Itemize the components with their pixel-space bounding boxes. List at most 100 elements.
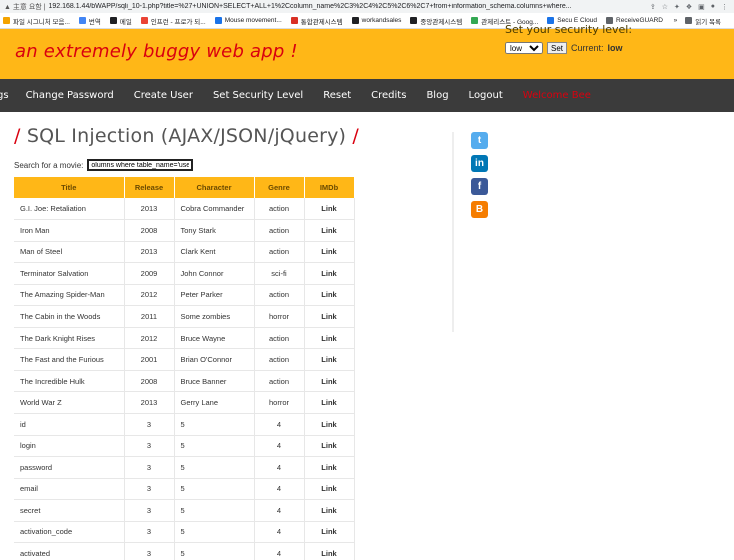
bookmark-item[interactable]: 통합관제시스템 bbox=[290, 16, 343, 26]
table-cell: 5 bbox=[174, 456, 255, 479]
table-row: The Dark Knight Rises 2012 Bruce Wayne acti… bbox=[14, 327, 355, 350]
imdb-link[interactable]: Link bbox=[304, 284, 355, 307]
table-cell: Man of Steel bbox=[14, 241, 125, 264]
table-cell: 2012 bbox=[124, 284, 175, 307]
table-cell: 4 bbox=[254, 435, 305, 458]
set-security-button[interactable]: Set bbox=[547, 42, 568, 54]
url-text[interactable]: 192.168.1.44/bWAPP/sqli_10-1.php?title=%… bbox=[48, 3, 571, 10]
imdb-link[interactable]: Link bbox=[304, 198, 355, 221]
imdb-link[interactable]: Link bbox=[304, 327, 355, 350]
security-warning[interactable]: ▲ 主意 요함 | bbox=[4, 2, 45, 12]
table-cell: Bruce Wayne bbox=[174, 327, 255, 350]
table-cell: action bbox=[254, 348, 305, 371]
content-divider bbox=[452, 132, 454, 332]
bookmark-favicon-icon bbox=[214, 17, 222, 24]
table-cell: 4 bbox=[254, 413, 305, 436]
imdb-link[interactable]: Link bbox=[304, 241, 355, 264]
table-row: password 3 5 4 Link bbox=[14, 456, 355, 479]
imdb-link[interactable]: Link bbox=[304, 542, 355, 560]
imdb-link[interactable]: Link bbox=[304, 262, 355, 285]
nav-item-logout[interactable]: Logout bbox=[469, 90, 503, 101]
table-cell: 4 bbox=[254, 521, 305, 544]
table-cell: login bbox=[14, 435, 125, 458]
imdb-link[interactable]: Link bbox=[304, 348, 355, 371]
nav-item-bugs[interactable]: gs bbox=[0, 90, 9, 101]
table-cell: 3 bbox=[124, 499, 175, 522]
bookmark-item[interactable]: 인프런 - 프로가 되... bbox=[140, 16, 206, 26]
table-row: The Incredible Hulk 2008 Bruce Banner actio… bbox=[14, 370, 355, 393]
table-cell: Tony Stark bbox=[174, 219, 255, 242]
facebook-icon[interactable]: f bbox=[471, 178, 488, 195]
column-header: IMDb bbox=[304, 177, 355, 198]
address-bar[interactable]: ▲ 主意 요함 | 192.168.1.44/bWAPP/sqli_10-1.p… bbox=[0, 0, 734, 13]
table-cell: Clark Kent bbox=[174, 241, 255, 264]
nav-item-create-user[interactable]: Create User bbox=[134, 90, 193, 101]
table-row: login 3 5 4 Link bbox=[14, 435, 355, 458]
table-cell: 4 bbox=[254, 456, 305, 479]
twitter-icon[interactable]: t bbox=[471, 132, 488, 149]
table-cell: John Connor bbox=[174, 262, 255, 285]
imdb-link[interactable]: Link bbox=[304, 521, 355, 544]
imdb-link[interactable]: Link bbox=[304, 219, 355, 242]
bookmarks-more-icon[interactable]: » bbox=[674, 17, 678, 24]
bookmark-favicon-icon bbox=[140, 17, 148, 24]
table-cell: The Incredible Hulk bbox=[14, 370, 125, 393]
column-header: Title bbox=[14, 177, 125, 198]
linkedin-icon[interactable]: in bbox=[471, 155, 488, 172]
table-cell: The Dark Knight Rises bbox=[14, 327, 125, 350]
blogger-icon[interactable]: B bbox=[471, 201, 488, 218]
table-cell: Cobra Commander bbox=[174, 198, 255, 221]
table-cell: 2008 bbox=[124, 370, 175, 393]
share-icon[interactable]: ⇪ bbox=[650, 3, 656, 11]
bookmark-favicon-icon bbox=[351, 17, 359, 24]
table-row: Terminator Salvation 2009 John Connor sci-f… bbox=[14, 262, 355, 285]
reading-list[interactable]: 읽기 목록 bbox=[685, 16, 721, 26]
imdb-link[interactable]: Link bbox=[304, 478, 355, 501]
table-cell: horror bbox=[254, 391, 305, 414]
table-cell: secret bbox=[14, 499, 125, 522]
bookmark-item[interactable]: workandsales bbox=[351, 17, 401, 24]
nav-item-welcome[interactable]: Welcome Bee bbox=[523, 90, 591, 101]
site-tagline: an extremely buggy web app ! bbox=[15, 41, 298, 62]
imdb-link[interactable]: Link bbox=[304, 435, 355, 458]
table-cell: action bbox=[254, 370, 305, 393]
column-header: Release bbox=[124, 177, 175, 198]
main-nav: gs Change Password Create User Set Secur… bbox=[0, 79, 734, 112]
imdb-link[interactable]: Link bbox=[304, 413, 355, 436]
bookmark-item[interactable]: 번역 bbox=[78, 16, 101, 26]
table-cell: 3 bbox=[124, 413, 175, 436]
table-cell: 5 bbox=[174, 521, 255, 544]
star-icon[interactable]: ☆ bbox=[662, 3, 668, 11]
table-row: activated 3 5 4 Link bbox=[14, 542, 355, 560]
table-row: email 3 5 4 Link bbox=[14, 478, 355, 501]
nav-item-credits[interactable]: Credits bbox=[371, 90, 406, 101]
profile-avatar[interactable]: ● bbox=[711, 3, 715, 11]
sidebar-icon[interactable]: ▣ bbox=[698, 3, 705, 11]
nav-item-reset[interactable]: Reset bbox=[323, 90, 351, 101]
nav-item-blog[interactable]: Blog bbox=[426, 90, 448, 101]
puzzle-icon[interactable]: ❖ bbox=[686, 3, 692, 11]
imdb-link[interactable]: Link bbox=[304, 499, 355, 522]
imdb-link[interactable]: Link bbox=[304, 456, 355, 479]
bookmark-item[interactable]: 중앙관제시스템 bbox=[410, 16, 462, 26]
extension-icon[interactable]: ✦ bbox=[674, 3, 680, 11]
bookmark-item[interactable]: 파일 시그니처 모음... bbox=[3, 16, 70, 26]
table-row: secret 3 5 4 Link bbox=[14, 499, 355, 522]
column-header: Character bbox=[174, 177, 255, 198]
table-cell: activation_code bbox=[14, 521, 125, 544]
table-cell: 4 bbox=[254, 542, 305, 560]
nav-item-change-password[interactable]: Change Password bbox=[26, 90, 114, 101]
table-cell: Terminator Salvation bbox=[14, 262, 125, 285]
security-level-select[interactable]: lowmediumhigh bbox=[505, 42, 543, 54]
bookmark-item[interactable]: Mouse movement... bbox=[214, 17, 282, 24]
search-input[interactable] bbox=[87, 159, 194, 171]
imdb-link[interactable]: Link bbox=[304, 391, 355, 414]
menu-icon[interactable]: ⋮ bbox=[721, 3, 728, 11]
table-row: Man of Steel 2013 Clark Kent action Link bbox=[14, 241, 355, 264]
table-cell: 2009 bbox=[124, 262, 175, 285]
nav-item-set-security-level[interactable]: Set Security Level bbox=[213, 90, 303, 101]
imdb-link[interactable]: Link bbox=[304, 305, 355, 328]
bookmark-item[interactable]: 메일 bbox=[109, 16, 132, 26]
imdb-link[interactable]: Link bbox=[304, 370, 355, 393]
bookmark-favicon-icon bbox=[3, 17, 10, 24]
